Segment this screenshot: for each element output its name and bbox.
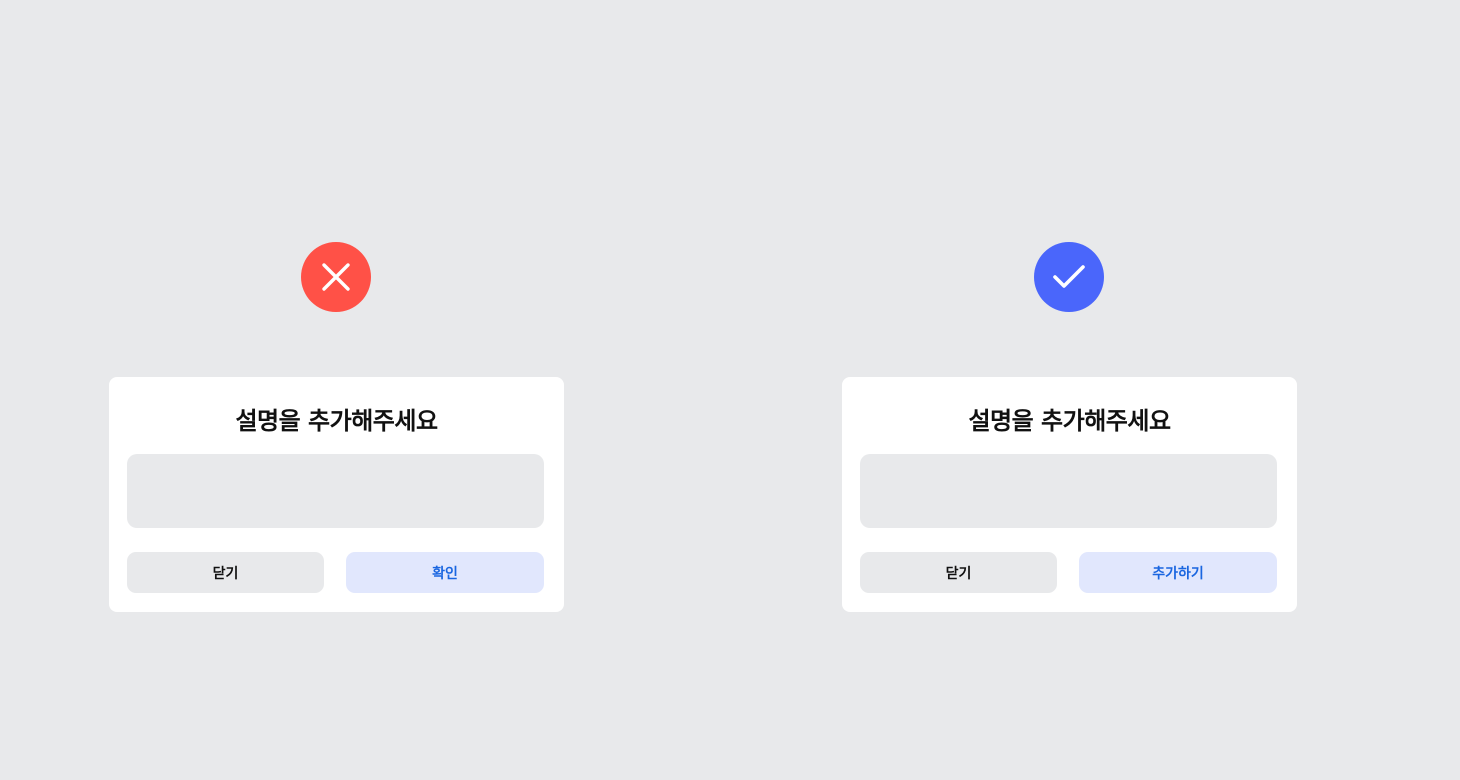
x-mark-icon xyxy=(322,263,350,291)
description-input[interactable] xyxy=(127,454,544,528)
close-circle-icon xyxy=(301,242,371,312)
checkmark-icon xyxy=(1053,265,1085,288)
dialog-title: 설명을 추가해주세요 xyxy=(235,407,438,435)
close-button[interactable]: 닫기 xyxy=(860,552,1057,593)
close-button[interactable]: 닫기 xyxy=(127,552,324,593)
description-dialog: 설명을 추가해주세요 닫기 추가하기 xyxy=(842,377,1297,612)
check-circle-icon xyxy=(1034,242,1104,312)
dialog-title: 설명을 추가해주세요 xyxy=(968,407,1171,435)
confirm-button[interactable]: 확인 xyxy=(346,552,544,593)
add-button[interactable]: 추가하기 xyxy=(1079,552,1277,593)
description-input[interactable] xyxy=(860,454,1277,528)
description-dialog: 설명을 추가해주세요 닫기 확인 xyxy=(109,377,564,612)
